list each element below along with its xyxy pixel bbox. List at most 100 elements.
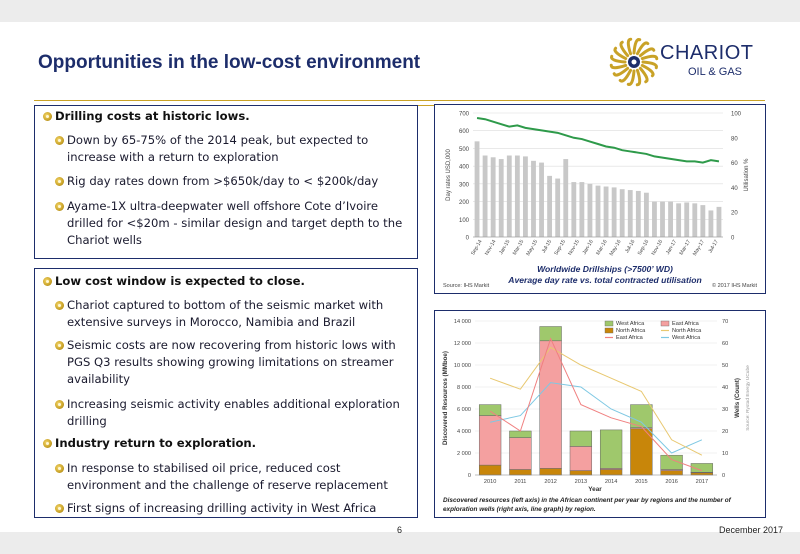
day-rate-bar (587, 183, 593, 237)
y-tick-label: 600 (459, 129, 470, 135)
low-cost-window-box: Low cost window is expected to close. Ch… (34, 268, 418, 518)
day-rate-bar (684, 202, 690, 237)
day-rate-bar (490, 157, 496, 237)
legend-label: West Africa (616, 321, 645, 327)
box2-bullet1-line1: Chariot captured to bottom of the seismi… (67, 298, 384, 312)
day-rate-bar (579, 182, 585, 237)
y-tick-label: 700 (459, 112, 470, 118)
y-tick-label: 400 (459, 165, 470, 171)
box1-bullet1-line1: Down by 65-75% of the 2014 peak, but exp… (67, 133, 369, 147)
chart-caption: exploration wells (right axis, line grap… (443, 506, 596, 513)
resource-bar-segment (478, 464, 502, 476)
resource-bar-segment (539, 340, 562, 469)
y-tick-label: 100 (459, 218, 470, 224)
resource-bar-segment (660, 470, 683, 476)
x-tick-label: Nov-14 (484, 239, 498, 257)
x-tick-label: 2010 (484, 479, 496, 485)
legend-label: North Africa (616, 328, 646, 334)
y2-tick-label: 60 (731, 161, 738, 167)
y-tick-label: 14 000 (454, 319, 471, 325)
day-rate-bar (635, 190, 641, 237)
x-tick-label: Mar-17 (679, 239, 692, 256)
y2-tick-label: 50 (722, 363, 728, 369)
day-rate-bar (555, 178, 561, 237)
day-rate-bar (563, 159, 569, 237)
day-rate-bar (547, 175, 553, 237)
day-rate-bar (676, 203, 682, 237)
x-tick-label: Jul-15 (541, 239, 553, 254)
african-resources-chart-panel: 0 2 000 4 000 6 000 8 000 10 000 12 000 14 000 0… (434, 310, 766, 518)
y2-tick-label: 40 (731, 186, 738, 192)
y2-axis-label: Wells (Count) (734, 378, 741, 418)
x-tick-label: 2013 (575, 479, 587, 485)
page-title: Opportunities in the low-cost environmen… (38, 52, 421, 73)
chart-copyright: © 2017 IHS Markit (712, 282, 757, 289)
x-tick-label: Jan-16 (582, 239, 595, 256)
x-tick-label: May-16 (609, 239, 623, 257)
y-tick-label: 500 (459, 147, 470, 153)
y-axis-label: Discovered Resources (MMboe) (442, 351, 449, 445)
resource-bar-segment (569, 470, 593, 476)
y2-tick-label: 70 (722, 319, 728, 325)
legend-label: East Africa (672, 321, 700, 327)
header-rule (34, 100, 765, 101)
logo-spoke (635, 68, 642, 87)
resource-bar-segment (478, 404, 502, 416)
x-tick-label: Jul-16 (624, 239, 636, 254)
drillship-chart-panel: 0 100 200 300 400 500 600 700 0 20 40 60 80 100 Day ra… (434, 104, 766, 294)
x-tick-label: 2012 (544, 479, 556, 485)
resource-bar-segment (599, 469, 623, 476)
bullet-icon (43, 112, 52, 121)
legend-label: North Africa (672, 328, 702, 334)
resource-bar-segment (690, 472, 714, 476)
footer-date: December 2017 (719, 525, 784, 535)
x-tick-label: Mar-15 (512, 239, 525, 256)
day-rate-bar (643, 192, 649, 237)
bullet-icon (55, 301, 64, 310)
y2-tick-label: 0 (731, 236, 735, 242)
day-rate-bar (700, 205, 706, 237)
y2-tick-label: 30 (722, 407, 728, 413)
day-rate-bar (595, 185, 601, 237)
y2-tick-label: 60 (722, 341, 728, 347)
chart-caption-subtitle: Average day rate vs. total contracted ut… (507, 275, 701, 285)
logo-subtitle: OIL & GAS (688, 66, 743, 78)
x-tick-label: Mar-16 (595, 239, 608, 256)
resource-bar-segment (478, 415, 502, 466)
y2-axis-label: Utilisation % (744, 158, 750, 192)
day-rate-bar (523, 156, 528, 237)
x-tick-label: 2017 (696, 479, 708, 485)
resource-bar-segment (509, 469, 532, 476)
box2-bullet3-line2: drilling (67, 414, 107, 428)
day-rate-bar (716, 206, 722, 237)
resource-bar-segment (509, 437, 532, 470)
box1-bullet2-line1: Rig day rates down from >$650k/day to < … (67, 174, 379, 188)
bullet-icon (43, 277, 52, 286)
x-tick-label: Nov-16 (651, 239, 665, 257)
logo-name: CHARIOT (660, 42, 754, 64)
legend-swatch (604, 320, 614, 327)
x-tick-label: Sep-16 (637, 239, 651, 257)
box2-bullet2-line3: availability (67, 372, 131, 386)
x-tick-label: 2014 (605, 479, 617, 485)
logo-spoke (626, 37, 633, 56)
x-tick-label: Jan-15 (498, 239, 511, 256)
day-rate-bar (498, 159, 504, 237)
box1-bullet3-line3: Chariot wells (67, 233, 142, 247)
day-rate-bar (531, 160, 536, 237)
page-number: 6 (397, 525, 403, 535)
logo-spoke (640, 54, 659, 61)
chart-caption: Discovered resources (left axis) in the … (443, 497, 732, 504)
chart-source: Source: IHS Markit (443, 283, 490, 289)
day-rate-bar (627, 190, 633, 237)
y2-tick-label: 100 (731, 112, 742, 118)
bullet-icon (55, 464, 64, 473)
x-tick-label: May-15 (525, 239, 539, 257)
resource-bar-segment (630, 428, 653, 476)
utilisation-line (476, 116, 720, 164)
logo-spoke (638, 66, 649, 84)
y-tick-label: 0 (468, 473, 471, 479)
x-tick-label: Nov-15 (567, 239, 581, 257)
y-tick-label: 12 000 (454, 341, 471, 347)
y2-tick-label: 40 (722, 385, 728, 391)
